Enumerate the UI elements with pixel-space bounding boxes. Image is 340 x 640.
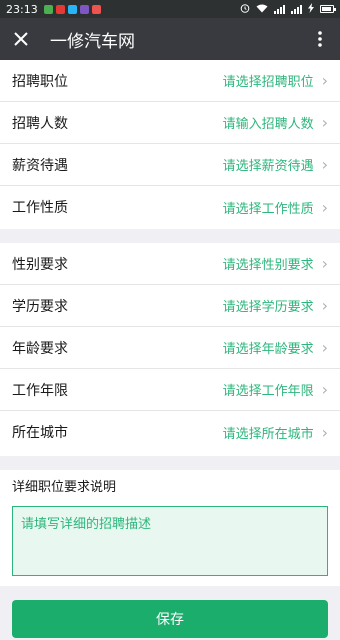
more-vertical-icon: [318, 31, 322, 47]
row-city[interactable]: 所在城市 请选择所在城市 ›: [0, 411, 340, 453]
description-section: 详细职位要求说明: [0, 470, 340, 586]
row-value: 请选择所在城市: [222, 426, 314, 442]
battery-icon: [320, 5, 336, 13]
row-label: 年龄要求: [12, 340, 68, 357]
alarm-icon: [240, 3, 250, 16]
row-label: 工作性质: [12, 200, 68, 216]
row-experience[interactable]: 工作年限 请选择工作年限 ›: [0, 369, 340, 411]
notification-icon: [43, 4, 53, 14]
row-label: 性别要求: [12, 256, 68, 273]
requirements-group: 性别要求 请选择性别要求 › 学历要求 请选择学历要求 › 年龄要求 请选择年龄…: [0, 243, 340, 456]
status-time: 23:13: [6, 2, 38, 16]
chevron-right-icon: ›: [321, 296, 328, 315]
row-label: 招聘人数: [12, 115, 68, 132]
save-button[interactable]: 保存: [12, 600, 328, 638]
footer: 保存: [0, 586, 340, 640]
status-indicators: [240, 2, 336, 16]
row-value: 请选择性别要求: [222, 258, 314, 273]
row-value: 请选择薪资待遇: [222, 159, 314, 174]
row-gender[interactable]: 性别要求 请选择性别要求 ›: [0, 243, 340, 285]
wifi-icon: [256, 3, 268, 16]
close-button[interactable]: [0, 18, 42, 60]
page-title: 一修汽车网: [50, 31, 135, 52]
description-input[interactable]: [12, 506, 328, 576]
notification-icon: [91, 4, 101, 14]
row-label: 所在城市: [12, 425, 68, 441]
charging-icon: [308, 2, 314, 16]
row-position[interactable]: 招聘职位 请选择招聘职位 ›: [0, 60, 340, 102]
notification-icons: [43, 4, 101, 14]
row-value: 请选择工作年限: [222, 384, 314, 399]
row-value: 请输入招聘人数: [222, 117, 314, 132]
chevron-right-icon: ›: [321, 380, 328, 399]
row-label: 薪资待遇: [12, 157, 68, 174]
row-value: 请选择学历要求: [222, 300, 314, 315]
close-icon: [14, 32, 28, 46]
row-value: 请选择年龄要求: [222, 342, 314, 357]
row-value: 请选择工作性质: [222, 201, 314, 217]
chevron-right-icon: ›: [321, 338, 328, 357]
notification-icon: [79, 4, 89, 14]
row-job-type[interactable]: 工作性质 请选择工作性质 ›: [0, 186, 340, 228]
chevron-right-icon: ›: [321, 422, 328, 442]
chevron-right-icon: ›: [321, 155, 328, 174]
status-bar: 23:13: [0, 0, 340, 18]
signal-icon: [291, 4, 302, 14]
row-education[interactable]: 学历要求 请选择学历要求 ›: [0, 285, 340, 327]
app-bar: 一修汽车网: [0, 18, 340, 60]
row-label: 招聘职位: [12, 73, 68, 90]
chevron-right-icon: ›: [321, 254, 328, 273]
chevron-right-icon: ›: [321, 197, 328, 217]
signal-icon: [274, 4, 285, 14]
row-age[interactable]: 年龄要求 请选择年龄要求 ›: [0, 327, 340, 369]
chevron-right-icon: ›: [321, 71, 328, 90]
row-headcount[interactable]: 招聘人数 请输入招聘人数 ›: [0, 102, 340, 144]
notification-icon: [55, 4, 65, 14]
chevron-right-icon: ›: [321, 113, 328, 132]
job-info-group: 招聘职位 请选择招聘职位 › 招聘人数 请输入招聘人数 › 薪资待遇 请选择薪资…: [0, 60, 340, 229]
description-title: 详细职位要求说明: [12, 480, 117, 495]
row-value: 请选择招聘职位: [222, 75, 314, 90]
row-salary[interactable]: 薪资待遇 请选择薪资待遇 ›: [0, 144, 340, 186]
notification-icon: [67, 4, 77, 14]
row-label: 学历要求: [12, 298, 68, 315]
row-label: 工作年限: [12, 382, 68, 399]
more-button[interactable]: [300, 18, 340, 60]
